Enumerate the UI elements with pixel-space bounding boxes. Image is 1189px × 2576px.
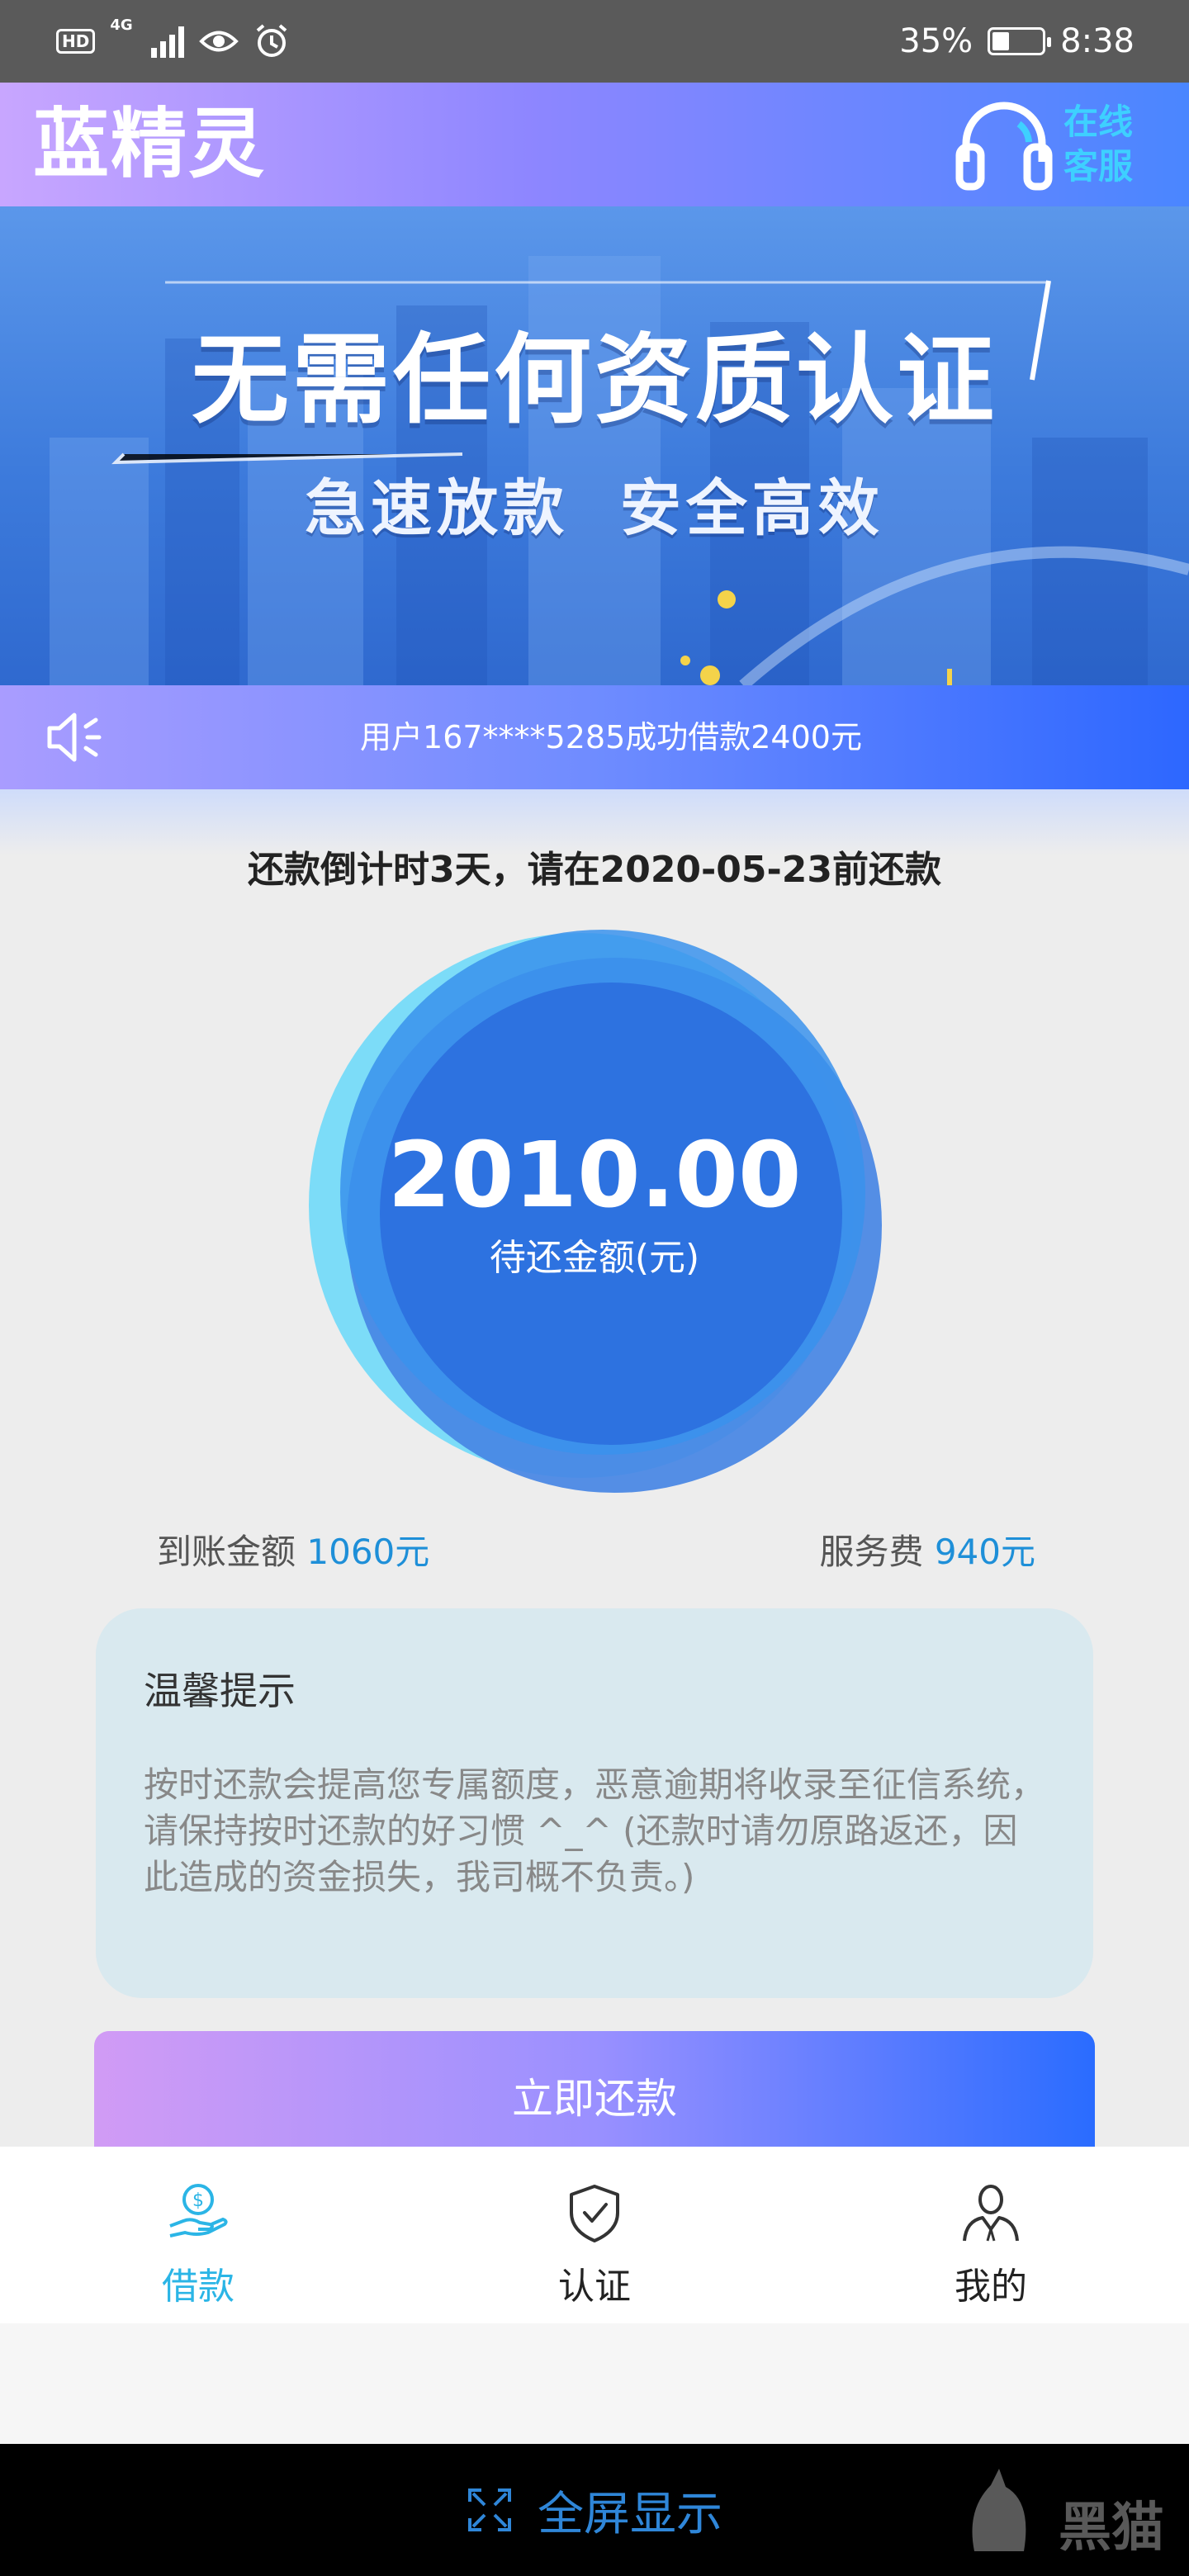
status-left: HD 4G [56, 18, 290, 64]
hd-badge: HD [56, 29, 96, 54]
signal-icon [150, 25, 184, 58]
banner-decoration [111, 280, 1189, 685]
tab-mine-label: 我的 [955, 2266, 1027, 2308]
watermark-text: 黑猫 [1059, 2498, 1164, 2559]
status-right: 35% 8:38 [899, 17, 1135, 66]
notice-bar: 用户167****5285成功借款2400元 [0, 685, 1189, 789]
received-amount: 到账金额 1060元 [157, 1527, 429, 1577]
tab-loan-label: 借款 [162, 2266, 234, 2308]
promo-banner[interactable]: 无需任何资质认证 急速放款 安全高效 [0, 206, 1189, 685]
battery-percent: 35% [899, 22, 973, 60]
due-amount-label: 待还金额(元) [489, 1237, 700, 1279]
service-fee: 服务费 940元 [819, 1527, 1035, 1577]
due-amount: 2010.00 [387, 1122, 802, 1228]
network-type: 4G [110, 17, 133, 34]
battery-fill [992, 32, 1010, 50]
customer-service-button[interactable]: 在线客服 [955, 96, 1143, 193]
received-label: 到账金额 [157, 1532, 296, 1572]
fullscreen-label: 全屏显示 [538, 2487, 722, 2541]
service-fee-label: 服务费 [819, 1532, 924, 1572]
notice-text: 用户167****5285成功借款2400元 [360, 719, 862, 755]
service-fee-value: 940元 [934, 1532, 1035, 1572]
customer-service-label: 在线客服 [1063, 102, 1134, 187]
tab-verify[interactable]: 认证 [396, 2147, 793, 2323]
eye-icon [198, 31, 239, 52]
loan-app-screen: HD 4G 35% 8:38 蓝精灵 在线客服 无需任何资质认证 急速放款 安全… [0, 0, 1189, 2576]
tips-card: 温馨提示 按时还款会提高您专属额度，恶意逾期将收录至征信系统，请保持按时还款的好… [96, 1608, 1093, 1998]
banner-subline: 急速放款 安全高效 [305, 473, 884, 544]
tips-title: 温馨提示 [144, 1669, 296, 1713]
expand-icon [468, 2488, 511, 2531]
user-icon [963, 2185, 1019, 2242]
app-title: 蓝精灵 [33, 100, 267, 188]
bottom-tab-bar: $ 借款 认证 我的 [0, 2147, 1189, 2323]
svg-text:$: $ [192, 2190, 204, 2211]
tab-loan[interactable]: $ 借款 [0, 2147, 396, 2323]
app-header: 蓝精灵 在线客服 [0, 83, 1189, 206]
tab-mine[interactable]: 我的 [793, 2147, 1189, 2323]
alarm-icon [256, 24, 287, 57]
system-nav-bar: 全屏显示 黑猫 [0, 2444, 1189, 2576]
blank-area [0, 2323, 1189, 2444]
headset-icon [955, 102, 1053, 191]
battery-icon [988, 27, 1052, 55]
loan-icon: $ [169, 2184, 228, 2237]
shield-check-icon [570, 2185, 619, 2242]
watermark: 黑猫 [958, 2460, 1172, 2559]
repay-now-button[interactable]: 立即还款 [94, 2031, 1095, 2155]
clock: 8:38 [1060, 22, 1135, 60]
repayment-countdown: 还款倒计时3天，请在2020-05-23前还款 [247, 849, 942, 891]
status-bar: HD 4G 35% 8:38 [0, 0, 1189, 83]
cat-logo-icon [972, 2469, 1026, 2551]
received-value: 1060元 [306, 1532, 430, 1572]
tab-verify-label: 认证 [558, 2266, 631, 2308]
banner-headline: 无需任何资质认证 [191, 323, 997, 437]
tips-body: 按时还款会提高您专属额度，恶意逾期将收录至征信系统，请保持按时还款的好习惯 ^_… [144, 1764, 1046, 1897]
